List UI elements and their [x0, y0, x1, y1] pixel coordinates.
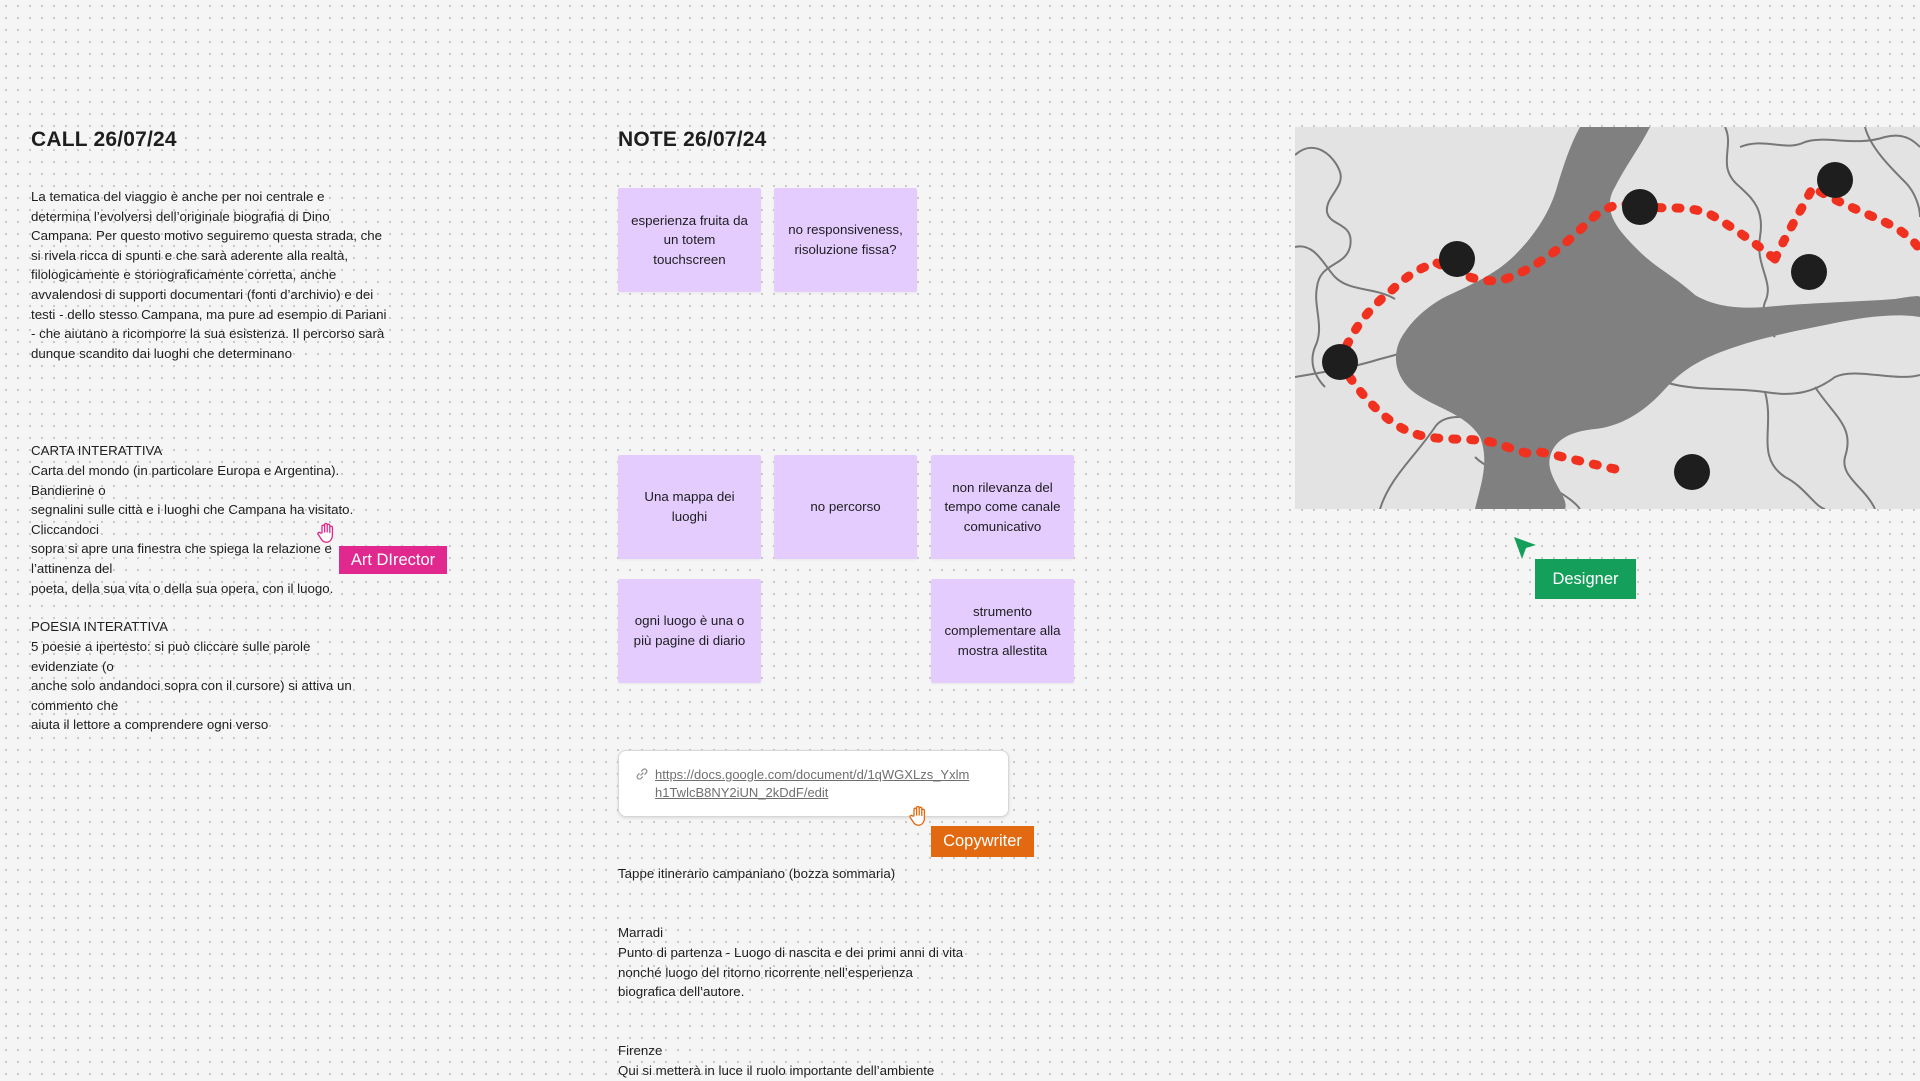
art-director-name: Art DIrector — [350, 550, 436, 569]
art-director-cursor-label: Art DIrector — [339, 546, 447, 574]
designer-arrow-cursor-icon — [1514, 537, 1536, 559]
map-marker — [1817, 162, 1853, 198]
call-title: CALL 26/07/24 — [31, 128, 177, 151]
carta-body-text[interactable]: Carta del mondo (in particolare Europa e… — [31, 461, 411, 598]
link-preview-card[interactable]: https://docs.google.com/document/d/1qWGX… — [618, 750, 1009, 817]
map-marker — [1322, 344, 1358, 380]
sticky-note[interactable]: no percorso — [774, 455, 917, 559]
sticky-note[interactable]: Una mappa dei luoghi — [618, 455, 761, 559]
marradi-heading: Marradi — [618, 925, 664, 940]
sticky-note[interactable]: esperienza fruita da un totem touchscree… — [618, 188, 761, 292]
sticky-note[interactable]: non rilevanza del tempo come canale comu… — [931, 455, 1074, 559]
note-title: NOTE 26/07/24 — [618, 128, 767, 151]
itinerary-map[interactable] — [1295, 127, 1920, 509]
link-icon — [636, 768, 648, 780]
marradi-description[interactable]: Punto di partenza - Luogo di nascita e d… — [618, 943, 1038, 1002]
designer-cursor-label: Designer — [1535, 559, 1636, 599]
poesia-body-text[interactable]: 5 poesie a ipertesto: si può cliccare su… — [31, 637, 411, 735]
copywriter-hand-cursor-icon — [909, 805, 926, 826]
sticky-note[interactable]: strumento complementare alla mostra alle… — [931, 579, 1074, 683]
carta-heading: CARTA INTERATTIVA — [31, 443, 163, 458]
firenze-heading: Firenze — [618, 1043, 663, 1058]
whiteboard-canvas[interactable]: CALL 26/07/24 La tematica del viaggio è … — [0, 0, 1920, 1080]
copywriter-name: Copywriter — [943, 832, 1022, 850]
document-link[interactable]: https://docs.google.com/document/d/1qWGX… — [655, 766, 975, 802]
itinerary-title[interactable]: Tappe itinerario campaniano (bozza somma… — [618, 864, 1038, 884]
map-marker — [1674, 454, 1710, 490]
map-marker — [1622, 189, 1658, 225]
map-marker — [1791, 254, 1827, 290]
sticky-note[interactable]: no responsiveness, risoluzione fissa? — [774, 188, 917, 292]
map-marker — [1439, 241, 1475, 277]
copywriter-cursor-label: Copywriter — [931, 826, 1034, 857]
designer-name: Designer — [1552, 569, 1619, 588]
sticky-note[interactable]: ogni luogo è una o più pagine di diario — [618, 579, 761, 683]
poesia-heading: POESIA INTERATTIVA — [31, 619, 168, 634]
firenze-description[interactable]: Qui si metterà in luce il ruolo importan… — [618, 1061, 1038, 1081]
art-director-hand-cursor-icon — [317, 522, 334, 543]
call-intro-text[interactable]: La tematica del viaggio è anche per noi … — [31, 187, 411, 363]
